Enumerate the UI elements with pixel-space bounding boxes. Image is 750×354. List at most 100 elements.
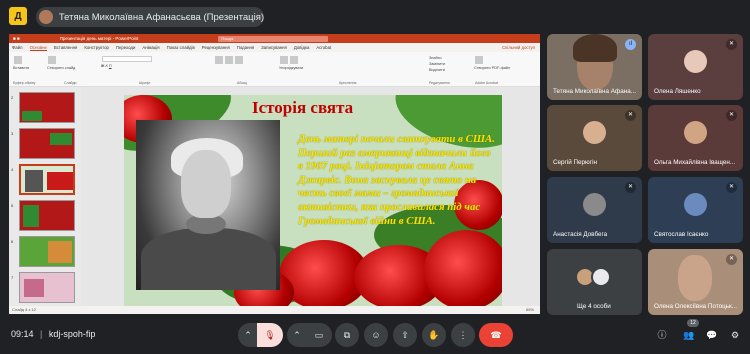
tab-transitions[interactable]: Переходи — [116, 45, 135, 50]
group-label: Слайди — [64, 81, 77, 85]
ppt-search-input[interactable]: Пошук — [218, 35, 329, 42]
find-button[interactable]: Знайти — [429, 56, 441, 60]
shapes-icon[interactable] — [280, 56, 288, 64]
tab-design[interactable]: Конструктор — [84, 45, 109, 50]
emoji-button[interactable]: ☺ — [364, 323, 388, 347]
slide-counter: Слайд 4 з 12 — [12, 307, 36, 312]
chevron-up-icon: ⌃ — [244, 329, 252, 340]
slide-thumbnail[interactable] — [19, 200, 75, 231]
participant-tile-more[interactable]: Ще 4 особи — [547, 249, 642, 315]
slide-thumbnail-selected[interactable] — [19, 164, 75, 195]
tab-view[interactable]: Подання — [237, 45, 254, 50]
presenter-label: Тетяна Миколаївна Афанасьєва (Презентаці… — [58, 11, 264, 23]
pdf-icon[interactable] — [475, 56, 483, 64]
ppt-ribbon: Вставити Створити слайд Ж К П Упорядкува… — [9, 52, 540, 87]
activities-icon[interactable]: ⚙ — [728, 328, 742, 342]
slide-thumbnail[interactable] — [19, 92, 75, 123]
more-participants-label: Ще 4 особи — [577, 303, 611, 310]
avatar — [583, 121, 606, 144]
group-label: Буфер обміну — [13, 81, 36, 85]
participant-name: Анастасія Довбега — [553, 231, 608, 238]
group-label: Шрифт — [139, 81, 151, 85]
present-button[interactable]: ⇧ — [393, 323, 417, 347]
align-icon[interactable] — [235, 56, 243, 64]
tab-review[interactable]: Рецензування — [202, 45, 230, 50]
paste-icon[interactable] — [14, 56, 22, 64]
app-icon[interactable]: Д — [9, 7, 27, 25]
create-pdf-button[interactable]: Створити PDF-файл — [474, 66, 510, 70]
raise-hand-button[interactable]: ✋ — [422, 323, 446, 347]
participant-tile[interactable]: ıl Тетяна Миколаївна Афана... — [547, 34, 642, 100]
portrait-face — [181, 150, 231, 218]
mic-off-icon: ✕ — [726, 110, 737, 121]
numbering-icon[interactable] — [225, 56, 233, 64]
share-button[interactable]: Спільний доступ — [502, 45, 535, 50]
ppt-work-area: 2 3 4 5 6 7 Історія свята День матері по… — [9, 87, 540, 314]
speaking-indicator-icon: ıl — [625, 39, 636, 50]
slide-thumbnail[interactable] — [19, 128, 75, 159]
participant-video — [678, 255, 712, 301]
avatar — [39, 10, 53, 24]
thumb-number: 4 — [11, 167, 14, 172]
more-options-button[interactable]: ⋮ — [451, 323, 475, 347]
italic-icon[interactable]: К — [106, 64, 108, 68]
participant-tile[interactable]: ✕ Анастасія Довбега — [547, 177, 642, 243]
thumb-number: 6 — [11, 239, 14, 244]
zoom-level[interactable]: 65% — [526, 306, 534, 314]
camera-toggle-button[interactable]: ▭ — [306, 323, 332, 347]
underline-icon[interactable]: П — [109, 64, 112, 68]
font-name-select[interactable] — [102, 56, 152, 62]
thumb-number: 5 — [11, 203, 14, 208]
arrange-button[interactable]: Упорядкувати — [279, 66, 303, 70]
bold-icon[interactable]: Ж — [101, 64, 104, 68]
avatar — [684, 50, 707, 73]
participant-name: Тетяна Миколаївна Афана... — [553, 88, 636, 95]
more-icon: ⋮ — [458, 329, 468, 340]
participant-hair — [573, 34, 617, 62]
select-button[interactable]: Виділити — [429, 68, 445, 72]
video-options-button[interactable]: ⌃ — [287, 323, 307, 347]
participant-tile[interactable]: ✕ Ольга Михайлівна Іващен... — [648, 105, 743, 171]
captions-icon: ⧉ — [343, 329, 351, 340]
meeting-time: 09:14 — [11, 329, 34, 339]
participant-tile[interactable]: ✕ Святослав Ісаєнко — [648, 177, 743, 243]
shapes-icon-2[interactable] — [290, 56, 298, 64]
tab-home[interactable]: Основне — [29, 45, 47, 51]
chat-icon[interactable]: 💬 — [705, 328, 719, 342]
tab-record[interactable]: Записування — [261, 45, 287, 50]
presenter-chip[interactable]: Тетяна Миколаївна Афанасьєва (Презентаці… — [36, 7, 264, 27]
portrait-photo — [136, 120, 280, 290]
tab-help[interactable]: Довідка — [294, 45, 309, 50]
avatar — [591, 267, 611, 287]
tab-slideshow[interactable]: Показ слайдів — [167, 45, 195, 50]
audio-options-button[interactable]: ⌃ — [238, 323, 258, 347]
paste-button[interactable]: Вставити — [13, 66, 29, 70]
slide-thumbnail[interactable] — [19, 272, 75, 303]
group-label: Креслення — [339, 81, 357, 85]
avatar — [583, 193, 606, 216]
slide-thumbnail[interactable] — [19, 236, 75, 267]
group-label: Абзац — [237, 81, 247, 85]
rose-decoration — [424, 230, 502, 306]
replace-button[interactable]: Замінити — [429, 62, 445, 66]
participant-tile[interactable]: ✕ Олена Олексіївна Потоцьк... — [648, 249, 743, 315]
participant-tile[interactable]: ✕ Сергій Перюгін — [547, 105, 642, 171]
group-label: Adobe Acrobat — [475, 81, 498, 85]
mic-toggle-button[interactable]: 🎙 — [257, 323, 283, 347]
end-call-button[interactable]: ☎ — [479, 323, 513, 347]
slide-thumbnails: 2 3 4 5 6 7 — [9, 87, 81, 314]
mic-off-icon: ✕ — [726, 182, 737, 193]
bullets-icon[interactable] — [215, 56, 223, 64]
captions-button[interactable]: ⧉ — [335, 323, 359, 347]
new-slide-icon[interactable] — [48, 56, 56, 64]
people-icon[interactable]: 👥 — [682, 328, 696, 342]
participant-tile[interactable]: ✕ Олена Ляшенко — [648, 34, 743, 100]
tab-acrobat[interactable]: Acrobat — [316, 45, 331, 50]
drawing-group: Упорядкувати — [279, 55, 303, 70]
tab-animations[interactable]: Анімація — [142, 45, 159, 50]
ppt-ribbon-tabs: Файл Основне Вставлення Конструктор Пере… — [9, 43, 540, 52]
tab-file[interactable]: Файл — [12, 45, 23, 50]
new-slide-button[interactable]: Створити слайд — [47, 66, 75, 70]
info-icon[interactable]: ⓘ — [655, 328, 669, 342]
tab-insert[interactable]: Вставлення — [54, 45, 77, 50]
